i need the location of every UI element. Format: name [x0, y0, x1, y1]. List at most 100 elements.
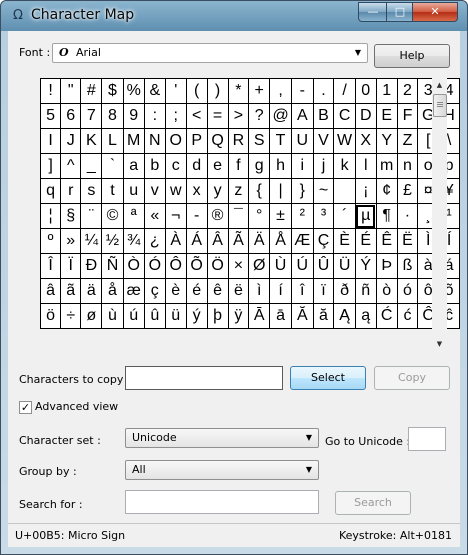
character-cell[interactable]: ã	[60, 278, 82, 304]
character-cell[interactable]: =	[206, 103, 229, 129]
character-cell[interactable]: Ă	[290, 303, 314, 329]
character-cell[interactable]: Ë	[396, 228, 419, 254]
character-cell[interactable]: §	[60, 203, 82, 229]
scroll-thumb[interactable]	[433, 94, 447, 117]
character-cell[interactable]: )	[206, 78, 229, 104]
character-cell[interactable]: Ö	[206, 253, 229, 279]
character-cell[interactable]: æ	[122, 278, 145, 304]
character-cell[interactable]: ¬	[164, 203, 187, 229]
select-button[interactable]: Select	[290, 366, 366, 390]
character-cell[interactable]: å	[101, 278, 124, 304]
character-cell[interactable]: ¿	[143, 228, 166, 254]
character-set-dropdown[interactable]: Unicode ▼	[125, 428, 319, 448]
character-cell[interactable]: ú	[122, 303, 145, 329]
character-cell[interactable]: q	[39, 178, 62, 204]
character-cell[interactable]: $	[101, 78, 124, 104]
character-cell[interactable]: £	[396, 178, 419, 204]
character-cell[interactable]: Ü	[333, 253, 356, 279]
character-cell[interactable]: º	[39, 228, 62, 254]
character-cell[interactable]: Ð	[80, 253, 103, 279]
character-cell[interactable]: É	[354, 228, 377, 254]
character-cell[interactable]: Ù	[269, 253, 292, 279]
character-cell[interactable]: Ú	[290, 253, 314, 279]
character-cell[interactable]: e	[206, 153, 229, 179]
character-cell[interactable]: ]	[39, 153, 62, 179]
characters-to-copy-input[interactable]	[125, 366, 283, 390]
character-cell[interactable]: ä	[80, 278, 103, 304]
character-grid[interactable]: ! " # $% & '() * +, -./0 1 2 3 4 5 6 7 8 9:; < = >? @ A B C D E F G H…	[39, 78, 460, 329]
character-cell[interactable]: ó	[396, 278, 419, 304]
character-cell[interactable]: m	[375, 153, 398, 179]
character-cell[interactable]: 7	[80, 103, 103, 129]
scroll-down-arrow-icon[interactable]: ▼	[432, 337, 447, 351]
character-cell[interactable]: Z	[396, 128, 419, 154]
advanced-view-checkbox[interactable]: ✓	[19, 401, 32, 414]
character-cell[interactable]: ±	[269, 203, 292, 229]
character-cell[interactable]: c	[164, 153, 187, 179]
character-cell[interactable]: ¨	[80, 203, 103, 229]
character-cell[interactable]	[333, 178, 356, 204]
character-cell[interactable]: v	[143, 178, 166, 204]
character-cell[interactable]: b	[143, 153, 166, 179]
character-cell[interactable]: |	[269, 178, 292, 204]
character-cell[interactable]: C	[333, 103, 356, 129]
character-cell[interactable]: s	[80, 178, 103, 204]
character-cell[interactable]: Ê	[375, 228, 398, 254]
character-cell[interactable]: ²	[290, 203, 314, 229]
character-cell[interactable]: 2	[396, 78, 419, 104]
character-cell[interactable]: «	[143, 203, 166, 229]
character-cell[interactable]: ă	[312, 303, 335, 329]
character-cell[interactable]: Â	[206, 228, 229, 254]
character-cell[interactable]: î	[290, 278, 314, 304]
character-cell[interactable]: ©	[101, 203, 124, 229]
character-cell[interactable]: ù	[101, 303, 124, 329]
character-cell[interactable]: W	[333, 128, 356, 154]
character-cell[interactable]: /	[333, 78, 356, 104]
character-cell[interactable]: ç	[143, 278, 166, 304]
character-cell[interactable]: ¦	[39, 203, 62, 229]
character-cell[interactable]: ò	[375, 278, 398, 304]
character-cell[interactable]: U	[290, 128, 314, 154]
copy-button[interactable]: Copy	[374, 366, 450, 390]
character-cell[interactable]: Á	[185, 228, 208, 254]
character-cell[interactable]: w	[164, 178, 187, 204]
title-bar[interactable]: Ω Character Map — □ ✕	[1, 1, 467, 31]
character-cell[interactable]: @	[269, 103, 292, 129]
character-cell[interactable]: B	[312, 103, 335, 129]
character-cell[interactable]: I	[39, 128, 62, 154]
character-cell[interactable]: k	[333, 153, 356, 179]
go-to-unicode-input[interactable]	[408, 427, 446, 451]
character-cell[interactable]: O	[164, 128, 187, 154]
character-cell[interactable]: ü	[164, 303, 187, 329]
character-cell[interactable]: R	[227, 128, 250, 154]
character-cell[interactable]: ¡	[354, 178, 377, 204]
character-cell[interactable]: ö	[39, 303, 62, 329]
character-cell[interactable]: Q	[206, 128, 229, 154]
character-cell[interactable]: ª	[122, 203, 145, 229]
character-cell[interactable]: f	[227, 153, 250, 179]
character-cell[interactable]: 1	[375, 78, 398, 104]
character-cell[interactable]: J	[60, 128, 82, 154]
character-cell[interactable]: t	[101, 178, 124, 204]
character-cell[interactable]: ×	[227, 253, 250, 279]
character-cell[interactable]: ì	[248, 278, 271, 304]
character-cell[interactable]: Æ	[290, 228, 314, 254]
character-cell[interactable]: V	[312, 128, 335, 154]
character-cell[interactable]: #	[80, 78, 103, 104]
character-cell[interactable]: _	[80, 153, 103, 179]
character-cell[interactable]: u	[122, 178, 145, 204]
character-cell[interactable]: "	[60, 78, 82, 104]
character-cell[interactable]: 8	[101, 103, 124, 129]
character-cell[interactable]: ½	[101, 228, 124, 254]
character-cell[interactable]: Ç	[312, 228, 335, 254]
character-cell[interactable]: N	[143, 128, 166, 154]
character-cell[interactable]: z	[227, 178, 250, 204]
character-cell[interactable]: ć	[396, 303, 419, 329]
character-cell[interactable]: é	[185, 278, 208, 304]
character-cell[interactable]: S	[248, 128, 271, 154]
character-cell[interactable]: 9	[122, 103, 145, 129]
character-cell[interactable]: ą	[354, 303, 377, 329]
character-cell[interactable]: g	[248, 153, 271, 179]
character-cell[interactable]: >	[227, 103, 250, 129]
character-cell[interactable]: ·	[396, 203, 419, 229]
